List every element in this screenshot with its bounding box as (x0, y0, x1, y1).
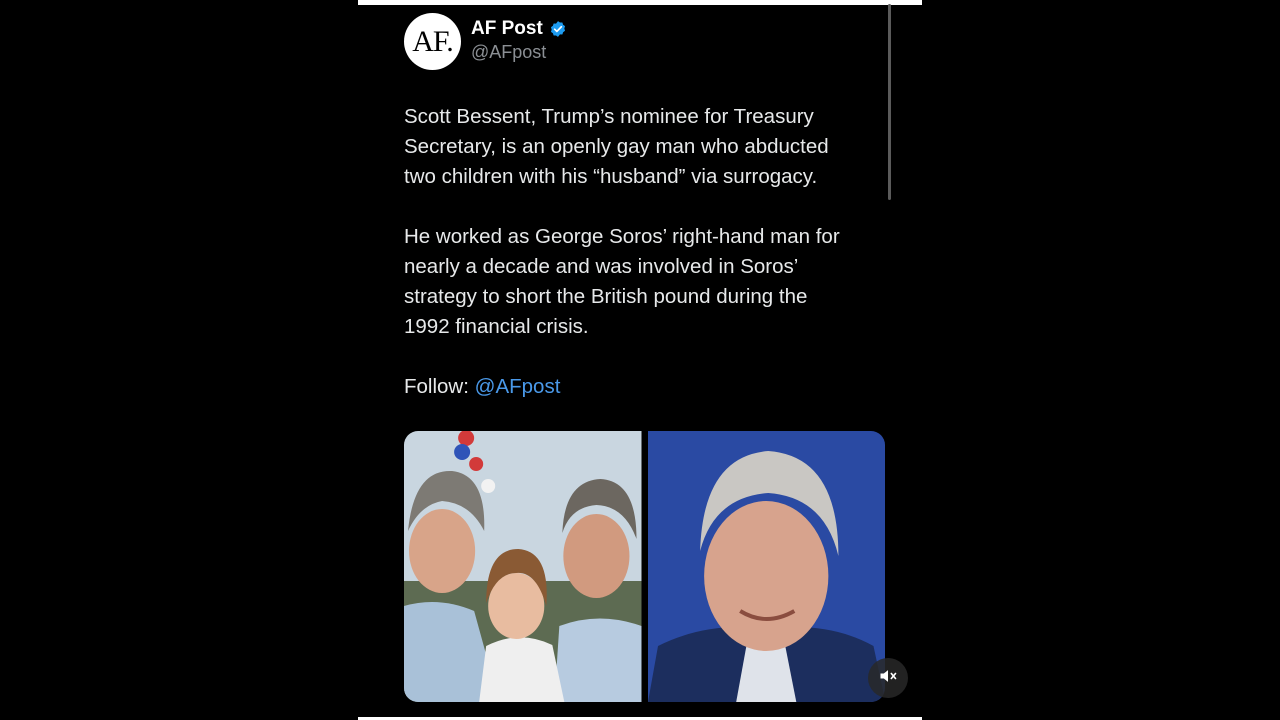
follow-line: Follow: @AFpost (404, 372, 884, 402)
video-stage: AF. AF Post @AFpost Scott Bessent, Trump… (0, 0, 1280, 720)
post-body: Scott Bessent, Trump’s nominee for Treas… (404, 102, 884, 432)
verified-badge-icon (549, 20, 567, 38)
follow-mention-link[interactable]: @AFpost (475, 375, 561, 398)
photo-left[interactable] (404, 431, 642, 702)
post-screenshot: AF. AF Post @AFpost Scott Bessent, Trump… (358, 0, 922, 720)
avatar-logo-text: AF. (412, 24, 453, 58)
follow-label: Follow: (404, 375, 475, 398)
mute-toggle-button[interactable] (868, 658, 908, 698)
author-display-name[interactable]: AF Post (471, 18, 543, 40)
scrollbar[interactable] (888, 4, 891, 200)
media-grid[interactable] (404, 431, 885, 702)
top-edge-bar (358, 0, 922, 5)
muted-speaker-icon (878, 666, 898, 691)
post-paragraph-1: Scott Bessent, Trump’s nominee for Treas… (404, 105, 829, 188)
author-name-row[interactable]: AF Post (471, 18, 567, 40)
avatar[interactable]: AF. (404, 13, 461, 70)
author-handle[interactable]: @AFpost (471, 42, 546, 63)
photo-right[interactable] (647, 431, 885, 702)
post-paragraph-2: He worked as George Soros’ right-hand ma… (404, 225, 840, 338)
